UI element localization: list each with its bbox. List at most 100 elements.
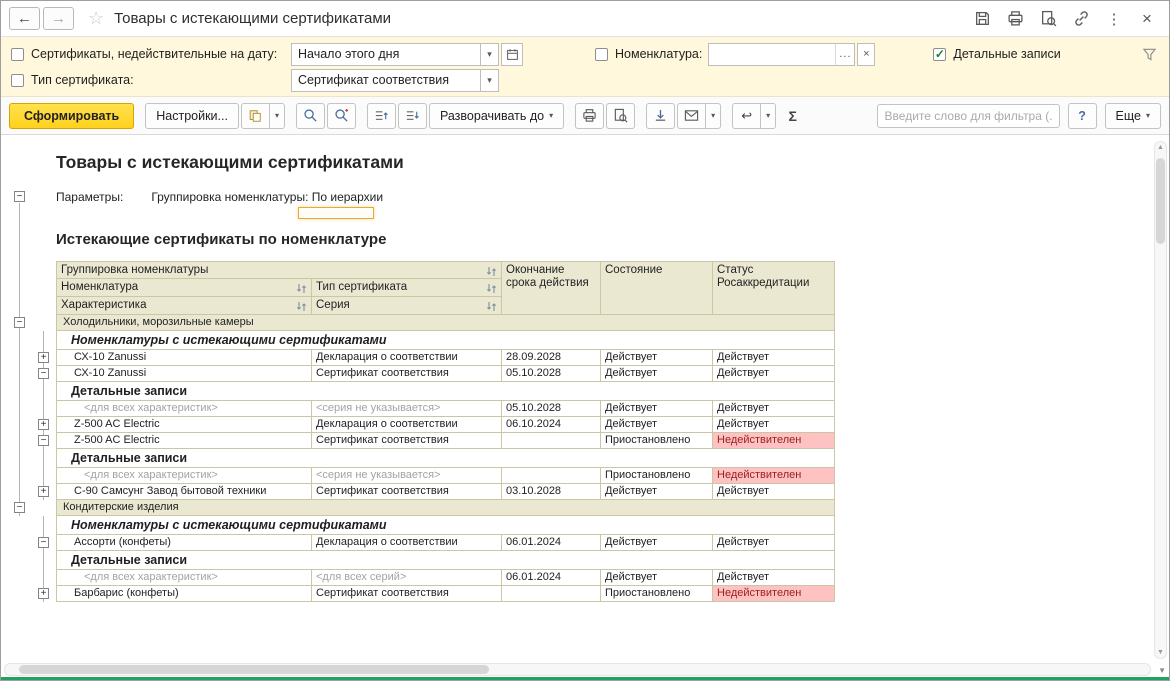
header-nomenclature[interactable]: Номенклатура <box>56 279 312 297</box>
cell-nomenclature[interactable]: СХ-10 Zanussi <box>56 366 312 382</box>
close-button[interactable]: × <box>1137 9 1157 29</box>
forward-button[interactable]: → <box>43 7 74 30</box>
row-expander-icon[interactable]: − <box>38 368 49 379</box>
favorites-star-icon[interactable]: ☆ <box>88 8 104 29</box>
cell-section-label[interactable]: Номенклатуры с истекающими сертификатами <box>56 331 835 350</box>
search-button[interactable] <box>296 103 325 129</box>
cell-expiry-date[interactable]: 06.01.2024 <box>502 535 601 551</box>
cert-date-checkbox[interactable] <box>11 48 24 61</box>
header-expiry[interactable]: Окончание срока действия <box>502 261 601 315</box>
cell-section-label[interactable]: Номенклатуры с истекающими сертификатами <box>56 516 835 535</box>
group-expander-icon[interactable]: − <box>14 317 25 328</box>
row-expander-icon[interactable]: + <box>38 588 49 599</box>
row-expander-icon[interactable]: + <box>38 486 49 497</box>
group-expander-icon[interactable]: − <box>14 502 25 513</box>
cell-expiry-date[interactable]: 05.10.2028 <box>502 401 601 417</box>
cell-nomenclature[interactable]: <для всех характеристик> <box>56 570 312 586</box>
sort-icon[interactable] <box>486 283 497 294</box>
cell-status[interactable]: Действует <box>713 401 835 417</box>
settings-button[interactable]: Настройки... <box>145 103 239 129</box>
cell-cert-type[interactable]: <для всех серий> <box>312 570 502 586</box>
find-on-page-icon[interactable] <box>1038 9 1058 29</box>
report-root-expander-icon[interactable]: − <box>14 191 25 202</box>
sort-icon[interactable] <box>486 301 497 312</box>
cell-nomenclature[interactable]: <для всех характеристик> <box>56 468 312 484</box>
header-characteristic[interactable]: Характеристика <box>56 297 312 315</box>
quick-filter-input[interactable] <box>877 104 1060 128</box>
search-reset-button[interactable] <box>327 103 356 129</box>
kebab-menu-icon[interactable]: ⋮ <box>1104 9 1124 29</box>
row-expander-icon[interactable]: + <box>38 419 49 430</box>
cell-status[interactable]: Действует <box>713 535 835 551</box>
horizontal-scrollbar-thumb[interactable] <box>19 665 489 674</box>
cell-expiry-date[interactable]: 06.10.2024 <box>502 417 601 433</box>
cell-subsection-label[interactable]: Детальные записи <box>56 551 835 570</box>
collapse-levels-button[interactable] <box>367 103 396 129</box>
back-button[interactable]: ← <box>9 7 40 30</box>
cell-cert-type[interactable]: <серия не указывается> <box>312 468 502 484</box>
nomenclature-clear-button[interactable]: × <box>857 43 875 66</box>
cell-cert-type[interactable]: Сертификат соответствия <box>312 433 502 449</box>
send-email-dropdown[interactable]: ▾ <box>705 103 721 129</box>
scroll-corner-icon[interactable]: ▼ <box>1158 666 1166 675</box>
print-icon[interactable] <box>1005 9 1025 29</box>
cell-expiry-date[interactable]: 06.01.2024 <box>502 570 601 586</box>
cert-type-dropdown-button[interactable]: ▾ <box>481 69 499 92</box>
print-button[interactable] <box>575 103 604 129</box>
vertical-scrollbar[interactable]: ▲ ▼ <box>1154 141 1167 659</box>
cell-group-label[interactable]: Кондитерские изделия <box>56 500 835 516</box>
cell-status[interactable]: Действует <box>713 350 835 366</box>
cert-date-dropdown-button[interactable]: ▾ <box>481 43 499 66</box>
cell-group-label[interactable]: Холодильники, морозильные камеры <box>56 315 835 331</box>
print-preview-button[interactable] <box>606 103 635 129</box>
nomenclature-select-button[interactable]: ... <box>835 43 855 66</box>
cell-nomenclature[interactable]: СХ-10 Zanussi <box>56 350 312 366</box>
row-expander-icon[interactable]: − <box>38 435 49 446</box>
cell-status[interactable]: Недействителен <box>713 433 835 449</box>
cell-state[interactable]: Действует <box>601 535 713 551</box>
cell-cert-type[interactable]: Декларация о соответствии <box>312 350 502 366</box>
cell-state[interactable]: Действует <box>601 484 713 500</box>
cell-state[interactable]: Приостановлено <box>601 433 713 449</box>
cell-expiry-date[interactable] <box>502 586 601 602</box>
nomenclature-input[interactable] <box>708 43 836 66</box>
cell-cert-type[interactable]: Сертификат соответствия <box>312 586 502 602</box>
cell-nomenclature[interactable]: <для всех характеристик> <box>56 401 312 417</box>
header-grouping[interactable]: Группировка номенклатуры <box>56 261 502 279</box>
selected-cell[interactable] <box>298 207 374 219</box>
cell-nomenclature[interactable]: Z-500 AC Electric <box>56 417 312 433</box>
cell-subsection-label[interactable]: Детальные записи <box>56 449 835 468</box>
row-expander-icon[interactable]: + <box>38 352 49 363</box>
cell-status[interactable]: Действует <box>713 570 835 586</box>
return-button[interactable]: ↩ <box>732 103 761 129</box>
cell-state[interactable]: Приостановлено <box>601 586 713 602</box>
cell-state[interactable]: Действует <box>601 570 713 586</box>
vertical-scrollbar-thumb[interactable] <box>1156 158 1165 244</box>
cell-nomenclature[interactable]: Барбарис (конфеты) <box>56 586 312 602</box>
horizontal-scrollbar[interactable] <box>4 663 1151 676</box>
cell-cert-type[interactable]: Декларация о соответствии <box>312 535 502 551</box>
cell-state[interactable]: Действует <box>601 366 713 382</box>
cell-nomenclature[interactable]: Z-500 AC Electric <box>56 433 312 449</box>
header-cert-type[interactable]: Тип сертификата <box>312 279 502 297</box>
send-email-button[interactable] <box>677 103 706 129</box>
settings-variants-button[interactable] <box>241 103 270 129</box>
link-icon[interactable] <box>1071 9 1091 29</box>
help-button[interactable]: ? <box>1068 103 1097 129</box>
header-status[interactable]: Статус Росаккредитации <box>713 261 835 315</box>
cell-status[interactable]: Недействителен <box>713 586 835 602</box>
scroll-up-icon[interactable]: ▲ <box>1155 144 1166 151</box>
report-params-value[interactable]: Группировка номенклатуры: По иерархии <box>151 190 383 205</box>
cell-status[interactable]: Недействителен <box>713 468 835 484</box>
return-dropdown[interactable]: ▾ <box>760 103 776 129</box>
cert-type-value[interactable]: Сертификат соответствия <box>291 69 481 92</box>
expand-levels-button[interactable] <box>398 103 427 129</box>
cell-nomenclature[interactable]: Ассорти (конфеты) <box>56 535 312 551</box>
filter-funnel-icon[interactable] <box>1142 47 1157 62</box>
settings-variants-dropdown[interactable]: ▾ <box>269 103 285 129</box>
detailed-records-checkbox[interactable]: ✓ <box>933 48 946 61</box>
scroll-down-icon[interactable]: ▼ <box>1155 649 1166 656</box>
cell-expiry-date[interactable]: 28.09.2028 <box>502 350 601 366</box>
cell-expiry-date[interactable] <box>502 468 601 484</box>
generate-button[interactable]: Сформировать <box>9 103 134 129</box>
